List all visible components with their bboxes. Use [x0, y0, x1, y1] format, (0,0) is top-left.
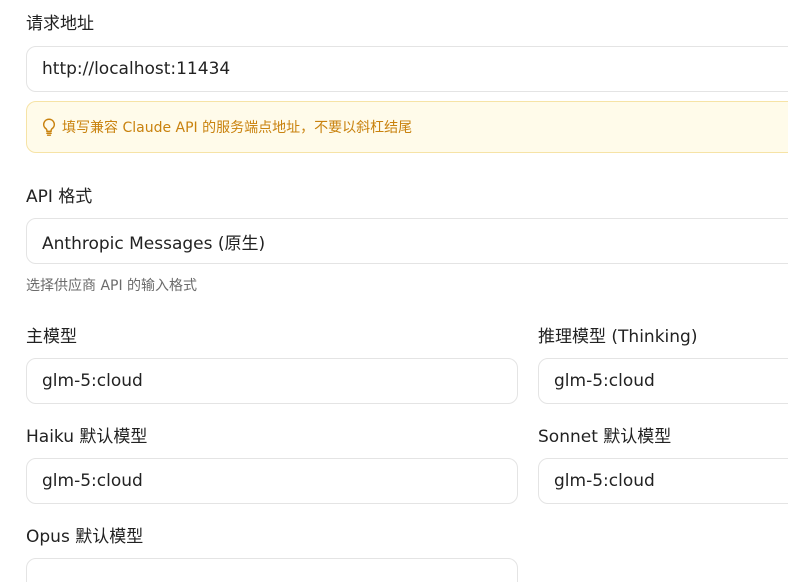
lightbulb-icon: [42, 118, 56, 136]
opus-model-label: Opus 默认模型: [26, 527, 144, 547]
api-format-helper-text: 选择供应商 API 的输入格式: [26, 278, 198, 294]
haiku-model-input[interactable]: glm-5:cloud: [26, 458, 518, 504]
endpoint-label: 请求地址: [26, 14, 94, 34]
main-model-input[interactable]: glm-5:cloud: [26, 358, 518, 404]
main-model-input-value: glm-5:cloud: [42, 371, 143, 391]
provider-settings-form: 请求地址 http://localhost:11434 填写兼容 Claude …: [0, 0, 788, 582]
endpoint-hint-box: 填写兼容 Claude API 的服务端点地址，不要以斜杠结尾: [26, 101, 788, 153]
api-format-selected-value: Anthropic Messages (原生): [42, 233, 266, 254]
api-format-label: API 格式: [26, 187, 93, 207]
sonnet-model-input[interactable]: glm-5:cloud: [538, 458, 788, 504]
main-model-label: 主模型: [26, 327, 77, 347]
sonnet-model-label: Sonnet 默认模型: [538, 427, 672, 447]
sonnet-model-input-value: glm-5:cloud: [554, 471, 655, 491]
endpoint-input[interactable]: http://localhost:11434: [26, 46, 788, 92]
reasoning-model-label: 推理模型 (Thinking): [538, 327, 698, 347]
endpoint-hint-text: 填写兼容 Claude API 的服务端点地址，不要以斜杠结尾: [62, 120, 413, 136]
reasoning-model-input-value: glm-5:cloud: [554, 371, 655, 391]
endpoint-input-value: http://localhost:11434: [42, 59, 231, 79]
haiku-model-input-value: glm-5:cloud: [42, 471, 143, 491]
opus-model-input[interactable]: [26, 558, 518, 582]
haiku-model-label: Haiku 默认模型: [26, 427, 148, 447]
api-format-select[interactable]: Anthropic Messages (原生): [26, 218, 788, 264]
reasoning-model-input[interactable]: glm-5:cloud: [538, 358, 788, 404]
